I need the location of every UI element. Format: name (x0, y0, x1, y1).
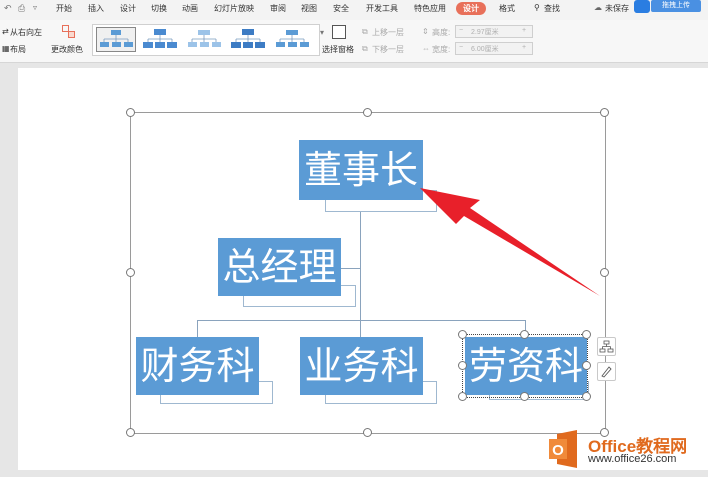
resize-handle-b[interactable] (363, 428, 372, 437)
tab-home[interactable]: 开始 (56, 3, 72, 14)
resize-handle-l[interactable] (126, 268, 135, 277)
tab-transition[interactable]: 切换 (151, 3, 167, 14)
width-value: 6.00厘米 (471, 46, 499, 53)
tab-developer[interactable]: 开发工具 (366, 3, 398, 14)
style-thumb-2[interactable] (141, 28, 179, 51)
upload-logo-icon (634, 0, 650, 13)
width-increment[interactable]: + (522, 44, 526, 51)
node-handle-r[interactable] (582, 361, 591, 370)
node-handle-tl[interactable] (458, 330, 467, 339)
node-handle-bl[interactable] (458, 392, 467, 401)
width-icon: ⇔ (422, 44, 430, 53)
node-handle-br[interactable] (582, 392, 591, 401)
style-thumb-5[interactable] (273, 28, 311, 51)
layout-icon: ▦ (2, 44, 10, 53)
org-layout-icon (599, 340, 614, 353)
tab-smartart-design[interactable]: 设计 (456, 2, 486, 15)
tab-features[interactable]: 特色应用 (414, 3, 446, 14)
upload-label: 拖拽上传 (662, 2, 690, 9)
recolor-icon (62, 25, 75, 38)
business-node[interactable]: 业务科 (300, 337, 423, 395)
width-field[interactable]: − 6.00厘米 + (455, 42, 533, 55)
width-label: 宽度: (432, 45, 451, 54)
height-decrement[interactable]: − (459, 27, 463, 34)
ribbon-tab-bar: ↶ ⎙ ▿ 开始 插入 设计 切换 动画 幻灯片放映 审阅 视图 安全 开发工具… (0, 0, 708, 20)
tab-view[interactable]: 视图 (301, 3, 317, 14)
tab-slideshow[interactable]: 幻灯片放映 (214, 3, 254, 14)
watermark-url: www.office26.com (588, 453, 677, 465)
chairman-node[interactable]: 董事长 (299, 140, 423, 200)
connector-vertical (360, 202, 361, 320)
selection-pane-icon (332, 25, 346, 39)
node-handle-b[interactable] (520, 392, 529, 401)
move-down-button[interactable]: 下移一层 (372, 44, 404, 55)
search-icon[interactable]: ⚲ (534, 3, 540, 12)
height-increment[interactable]: + (522, 27, 526, 34)
node-handle-t[interactable] (520, 330, 529, 339)
height-label: 高度: (432, 28, 451, 37)
manager-node[interactable]: 总经理 (218, 238, 341, 296)
node-handle-l[interactable] (458, 361, 467, 370)
height-icon: ⇕ (422, 27, 429, 36)
office-logo-icon: O (549, 430, 577, 468)
svg-text:O: O (552, 442, 564, 459)
finance-node[interactable]: 财务科 (136, 337, 259, 395)
move-up-icon: ⧉ (362, 27, 368, 36)
resize-handle-bl[interactable] (126, 428, 135, 437)
print-icon[interactable]: ⎙ (18, 3, 25, 14)
node-handle-tr[interactable] (582, 330, 591, 339)
tab-format[interactable]: 格式 (499, 3, 515, 14)
connector-middle (360, 320, 361, 337)
tab-security[interactable]: 安全 (333, 3, 349, 14)
connector-horizontal (197, 320, 525, 321)
move-up-button[interactable]: 上移一层 (372, 27, 404, 38)
unsaved-label[interactable]: 未保存 (605, 3, 629, 14)
tab-design[interactable]: 设计 (120, 3, 136, 14)
resize-handle-tr[interactable] (600, 108, 609, 117)
undo-icon[interactable]: ↶ (4, 3, 12, 14)
style-thumb-4[interactable] (229, 28, 267, 51)
move-down-icon: ⧉ (362, 44, 368, 53)
dropdown-icon[interactable]: ▿ (33, 3, 37, 12)
selection-pane-button[interactable]: 选择窗格 (322, 44, 354, 55)
labor-node-selection (462, 334, 588, 398)
smartart-style-button[interactable] (597, 362, 616, 381)
resize-handle-t[interactable] (363, 108, 372, 117)
connector-assistant (341, 268, 361, 269)
height-value: 2.97厘米 (471, 29, 499, 36)
recolor-button[interactable]: 更改颜色 (51, 44, 83, 55)
rtl-icon: ⇄ (2, 27, 9, 36)
upload-button[interactable]: 拖拽上传 (651, 0, 701, 12)
gallery-scroll-icon[interactable]: ▾ (320, 28, 324, 37)
layout-button[interactable]: 布局 (10, 44, 26, 55)
tab-insert[interactable]: 插入 (88, 3, 104, 14)
style-thumb-1[interactable] (96, 27, 136, 52)
resize-handle-tl[interactable] (126, 108, 135, 117)
style-thumb-3[interactable] (185, 28, 223, 51)
brush-icon (601, 366, 612, 378)
style-gallery (92, 24, 320, 56)
width-decrement[interactable]: − (459, 44, 463, 51)
connector-left (197, 320, 198, 337)
tab-review[interactable]: 审阅 (270, 3, 286, 14)
search-label[interactable]: 查找 (544, 3, 560, 14)
height-field[interactable]: − 2.97厘米 + (455, 25, 533, 38)
cloud-icon: ☁ (594, 3, 602, 12)
smartart-layout-button[interactable] (597, 337, 616, 356)
annotation-arrow-icon (420, 188, 600, 296)
rtl-button[interactable]: 从右向左 (10, 27, 42, 38)
tab-animation[interactable]: 动画 (182, 3, 198, 14)
upload-widget[interactable]: 拖拽上传 (634, 0, 704, 13)
